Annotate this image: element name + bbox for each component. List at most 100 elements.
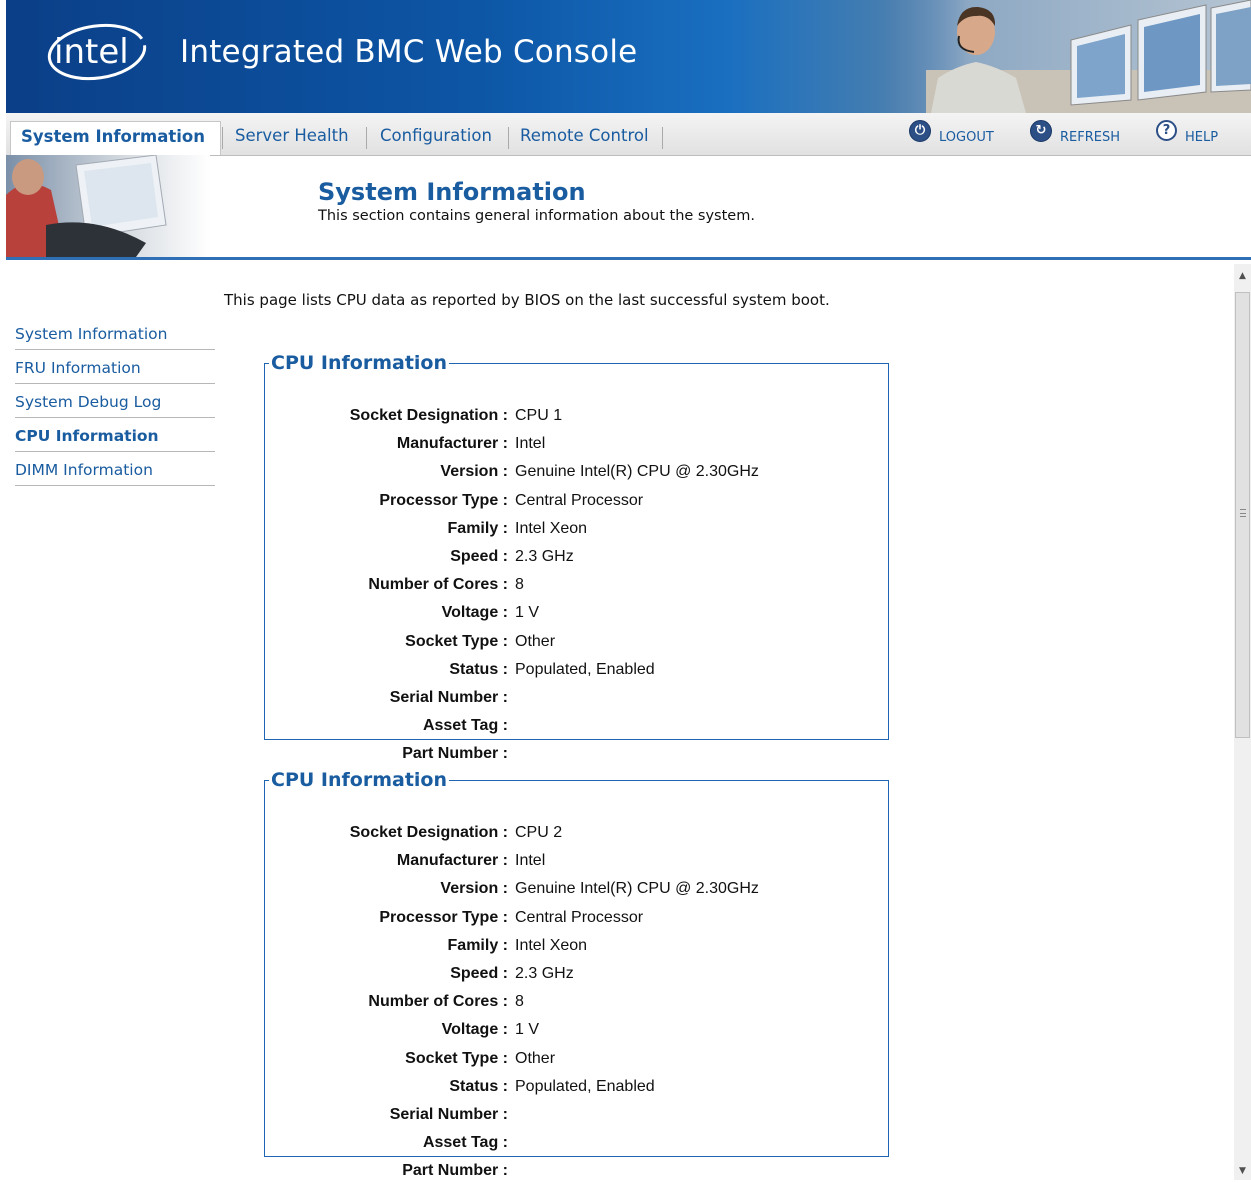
cpu-field-label: Speed : (450, 965, 508, 982)
cpu-field-value: 8 (515, 576, 524, 594)
cpu-field-value: 2.3 GHz (515, 965, 574, 982)
cpu-field-label: Socket Type : (405, 632, 508, 650)
cpu-field-label: Manufacturer : (396, 852, 508, 870)
scrollbar-thumb[interactable] (1235, 292, 1250, 738)
cpu-field-row: Processor Type : Central Processor (265, 489, 885, 513)
help-label: HELP (1185, 130, 1219, 145)
banner-photo (876, 0, 1251, 113)
cpu-field-label: Part Number : (402, 1162, 508, 1180)
cpu-field-row: Version : Genuine Intel(R) CPU @ 2.30GHz (265, 877, 885, 901)
cpu-field-row: Serial Number : (265, 1103, 885, 1127)
cpu-field-row: Version : Genuine Intel(R) CPU @ 2.30GHz (265, 460, 885, 484)
cpu-field-row: Processor Type : Central Processor (265, 906, 885, 930)
grip-icon (1240, 509, 1246, 517)
cpu-field-value: 8 (515, 993, 524, 1011)
cpu-info-panel: CPU Information Socket Designation : CPU … (264, 352, 889, 762)
cpu-field-value: Intel Xeon (515, 936, 588, 954)
logout-label: LOGOUT (939, 130, 994, 145)
cpu-field-label: Serial Number : (389, 689, 508, 706)
sidebar-item-system-debug-log[interactable]: System Debug Log (15, 384, 215, 418)
cpu-field-label: Status : (449, 660, 508, 678)
cpu-field-value: Genuine Intel(R) CPU @ 2.30GHz (515, 463, 759, 481)
cpu-field-label: Number of Cores : (368, 576, 508, 594)
cpu-field-label: Number of Cores : (368, 993, 508, 1011)
cpu-field-value: Central Processor (515, 491, 644, 509)
cpu-field-row: Manufacturer : Intel (265, 849, 885, 873)
cpu-field-label: Status : (449, 1077, 508, 1095)
cpu-panel-legend: CPU Information (271, 352, 447, 374)
refresh-link[interactable]: ↻ REFRESH (1030, 120, 1120, 151)
cpu-panel-legend: CPU Information (271, 769, 447, 791)
cpu-field-row: Voltage : 1 V (265, 601, 885, 625)
vertical-scrollbar[interactable]: ▲ ▼ (1234, 264, 1251, 1180)
cpu-field-row: Asset Tag : (265, 1131, 885, 1155)
svg-text:intel: intel (54, 32, 129, 72)
cpu-info-panel: CPU Information Socket Designation : CPU … (264, 769, 889, 1179)
sidebar-item-dimm-information[interactable]: DIMM Information (15, 452, 215, 486)
cpu-field-row: Family : Intel Xeon (265, 517, 885, 541)
cpu-field-value: Central Processor (515, 908, 644, 926)
cpu-field-value: 1 V (515, 1021, 540, 1039)
sidebar-item-fru-information[interactable]: FRU Information (15, 350, 215, 384)
cpu-field-value: 2.3 GHz (515, 548, 574, 565)
cpu-field-row: Status : Populated, Enabled (265, 658, 885, 682)
cpu-field-row: Speed : 2.3 GHz (265, 962, 885, 986)
tab-divider (366, 127, 367, 149)
sidebar-menu: System Information FRU Information Syste… (15, 316, 215, 486)
cpu-field-label: Voltage : (441, 604, 508, 622)
tab-remote-control[interactable]: Remote Control (520, 121, 649, 155)
cpu-field-row: Manufacturer : Intel (265, 432, 885, 456)
cpu-field-label: Part Number : (402, 745, 508, 763)
sidebar-item-system-information[interactable]: System Information (15, 316, 215, 350)
tab-system-information[interactable]: System Information (10, 121, 221, 155)
cpu-field-row: Family : Intel Xeon (265, 934, 885, 958)
help-icon: ? (1156, 120, 1177, 141)
header-banner: intel Integrated BMC Web Console (6, 0, 1251, 113)
cpu-field-label: Socket Designation : (349, 407, 508, 424)
main-nav: System Information Server Health Configu… (6, 113, 1251, 156)
cpu-field-label: Socket Type : (405, 1049, 508, 1067)
cpu-field-value: Genuine Intel(R) CPU @ 2.30GHz (515, 880, 759, 898)
cpu-field-label: Version : (440, 463, 508, 481)
cpu-field-label: Asset Tag : (422, 717, 508, 735)
logout-link[interactable]: ⏻ LOGOUT (909, 120, 994, 151)
cpu-field-value: 1 V (515, 604, 540, 622)
cpu-field-row: Socket Type : Other (265, 630, 885, 654)
intel-logo: intel (47, 23, 147, 81)
section-divider (6, 257, 1251, 260)
section-photo (6, 155, 210, 257)
cpu-field-value: Intel (515, 435, 546, 453)
scroll-down-arrow-icon[interactable]: ▼ (1234, 1163, 1251, 1180)
cpu-field-row: Speed : 2.3 GHz (265, 545, 885, 569)
scroll-up-arrow-icon[interactable]: ▲ (1234, 268, 1251, 285)
cpu-field-label: Family : (447, 519, 508, 537)
intro-text: This page lists CPU data as reported by … (224, 291, 830, 309)
cpu-field-row: Socket Type : Other (265, 1047, 885, 1071)
cpu-field-value: Populated, Enabled (515, 660, 655, 678)
page-title: System Information (318, 178, 586, 206)
cpu-field-value: CPU 2 (515, 824, 563, 841)
tab-configuration[interactable]: Configuration (380, 121, 492, 155)
cpu-field-label: Processor Type : (379, 491, 508, 509)
tab-divider (222, 127, 223, 149)
cpu-field-row: Part Number : (265, 742, 885, 766)
page-description: This section contains general informatio… (318, 208, 755, 224)
cpu-field-row: Socket Designation : CPU 1 (265, 404, 885, 428)
help-link[interactable]: ? HELP (1156, 120, 1219, 151)
cpu-field-row: Part Number : (265, 1159, 885, 1183)
cpu-field-value: CPU 1 (515, 407, 563, 424)
cpu-field-value: Other (515, 1049, 556, 1067)
cpu-field-label: Serial Number : (389, 1106, 508, 1123)
tab-divider (508, 127, 509, 149)
tab-server-health[interactable]: Server Health (235, 121, 349, 155)
cpu-field-label: Voltage : (441, 1021, 508, 1039)
refresh-icon: ↻ (1030, 120, 1052, 142)
cpu-field-row: Number of Cores : 8 (265, 990, 885, 1014)
sidebar-item-cpu-information[interactable]: CPU Information (15, 418, 215, 452)
cpu-field-label: Asset Tag : (422, 1134, 508, 1152)
cpu-field-label: Version : (440, 880, 508, 898)
cpu-field-label: Speed : (450, 548, 508, 565)
cpu-field-value: Intel (515, 852, 546, 870)
logout-icon: ⏻ (909, 120, 931, 142)
tab-divider (662, 127, 663, 149)
